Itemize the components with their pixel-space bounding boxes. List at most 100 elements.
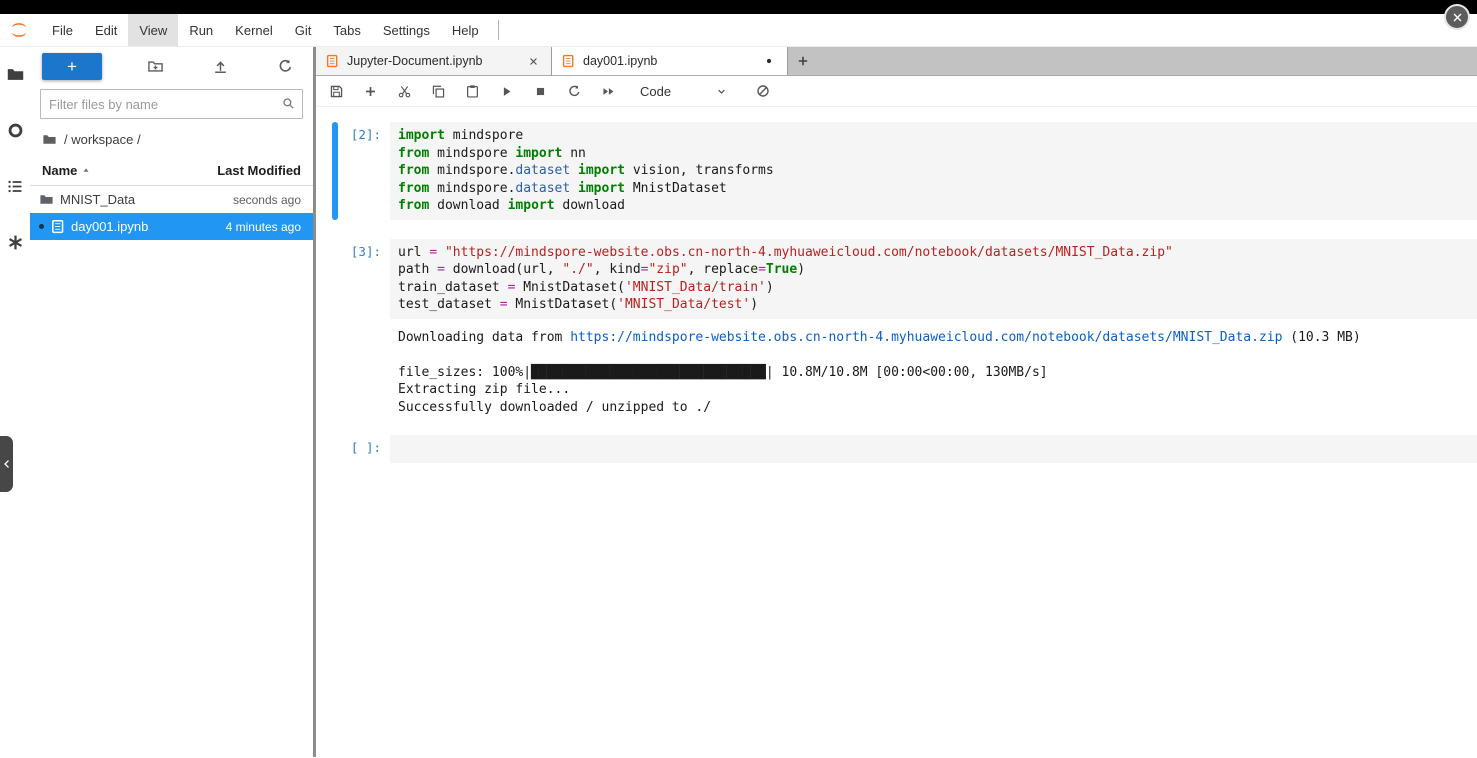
- kernel-status-icon[interactable]: [752, 80, 774, 102]
- window-close-button[interactable]: [1444, 4, 1470, 30]
- code-token: =: [499, 297, 508, 312]
- code-token: MnistDataset: [625, 180, 727, 196]
- tab-close-button[interactable]: [524, 52, 542, 70]
- cell-type-value: Code: [640, 83, 672, 99]
- code-token: =: [758, 262, 766, 277]
- tab-jupyter-document-ipynb[interactable]: Jupyter-Document.ipynb: [316, 47, 552, 75]
- cut-cells-button[interactable]: [392, 79, 417, 104]
- dirty-indicator-dot: [760, 52, 778, 70]
- code-token: import: [507, 198, 555, 213]
- code-token: import: [578, 180, 625, 196]
- output-line: file_sizes: 100%|███████████████████████…: [398, 364, 1477, 382]
- code-token: train_dataset: [398, 279, 508, 295]
- menu-edit[interactable]: Edit: [84, 14, 128, 46]
- open-tabs: Jupyter-Document.ipynb day001.ipynb: [316, 47, 788, 75]
- restart-kernel-button[interactable]: [562, 79, 587, 104]
- refresh-file-list-button[interactable]: [273, 54, 297, 78]
- insert-cell-button[interactable]: [358, 79, 383, 104]
- new-folder-icon: [147, 58, 164, 75]
- menu-run[interactable]: Run: [178, 14, 224, 46]
- new-launcher-button[interactable]: +: [42, 52, 102, 80]
- menu-file[interactable]: File: [41, 14, 84, 46]
- running-sessions-tab[interactable]: [4, 119, 26, 141]
- cut-icon: [397, 84, 412, 99]
- code-token: True: [765, 262, 798, 277]
- code-line: url = "https://mindspore-website.obs.cn-…: [398, 244, 1469, 262]
- code-token: download: [554, 198, 626, 213]
- code-line: from mindspore import nn: [398, 145, 1469, 163]
- cell-prompt: [3]:: [350, 243, 381, 259]
- restart-run-all-button[interactable]: [596, 79, 621, 104]
- home-folder-icon: [42, 132, 57, 147]
- code-token: mindspore.: [429, 180, 516, 196]
- run-cell-button[interactable]: [494, 79, 519, 104]
- code-token: from: [398, 180, 430, 196]
- menu-git[interactable]: Git: [284, 14, 323, 46]
- code-token: , kind: [593, 262, 641, 277]
- copy-cells-button[interactable]: [426, 79, 451, 104]
- file-browser-panel: + / workspace / Name Last Modified MNIST…: [30, 47, 313, 757]
- notebook-toolbar: Code: [316, 76, 1477, 107]
- window-top-bar: [0, 0, 1477, 30]
- cell-prompt: [2]:: [350, 127, 381, 142]
- new-folder-button[interactable]: [143, 54, 167, 78]
- cell-editor[interactable]: [390, 435, 1477, 463]
- code-line: from mindspore.dataset import MnistDatas…: [398, 180, 1469, 198]
- menu-help[interactable]: Help: [441, 14, 490, 46]
- search-icon: [281, 96, 296, 111]
- refresh-icon: [567, 84, 582, 99]
- cell-input-row[interactable]: [ ]:: [316, 435, 1477, 463]
- cell-input-row[interactable]: [2]: import mindspore from mindspore impor…: [316, 122, 1477, 220]
- new-tab-button[interactable]: [788, 47, 818, 75]
- tab-day001-ipynb[interactable]: day001.ipynb: [552, 47, 788, 75]
- menu-settings[interactable]: Settings: [372, 14, 441, 46]
- file-row[interactable]: day001.ipynb 4 minutes ago: [30, 213, 313, 240]
- chevron-down-icon: [715, 85, 728, 98]
- notebook-icon: [50, 219, 65, 234]
- file-row[interactable]: MNIST_Data seconds ago: [30, 186, 313, 213]
- upload-files-button[interactable]: [208, 54, 232, 78]
- screen-edge-collapse-handle[interactable]: [0, 436, 13, 492]
- save-notebook-button[interactable]: [324, 79, 349, 104]
- sort-ascending-icon: [80, 165, 92, 177]
- breadcrumb[interactable]: / workspace /: [30, 121, 313, 153]
- activity-bar: [0, 47, 30, 757]
- code-token: mindspore: [429, 145, 516, 161]
- code-token: =: [437, 262, 445, 277]
- save-icon: [329, 84, 344, 99]
- folder-icon: [6, 65, 25, 84]
- cell-type-dropdown[interactable]: Code: [640, 84, 728, 99]
- output-token: Successfully downloaded / unzipped to ./: [398, 399, 712, 415]
- code-token: "https://mindspore-website.obs.cn-north-…: [444, 244, 1173, 260]
- code-token: test_dataset: [398, 297, 500, 312]
- cell-editor[interactable]: url = "https://mindspore-website.obs.cn-…: [390, 238, 1477, 319]
- code-line: path = download(url, "./", kind = "zip", r…: [398, 261, 1469, 279]
- menu-tabs[interactable]: Tabs: [322, 14, 371, 46]
- filter-files-input[interactable]: [40, 89, 303, 119]
- interrupt-kernel-button[interactable]: [528, 79, 553, 104]
- file-listing-header: Name Last Modified: [30, 153, 313, 186]
- menu-view[interactable]: View: [128, 14, 179, 46]
- name-column-label: Name: [42, 163, 78, 178]
- cell-output: Downloading data from https://mindspore-…: [390, 329, 1477, 417]
- extension-manager-tab[interactable]: [4, 231, 26, 253]
- column-header-name[interactable]: Name: [42, 163, 217, 178]
- plus-icon: [363, 84, 378, 99]
- circle-bold-icon: [6, 121, 25, 140]
- table-of-contents-tab[interactable]: [4, 175, 26, 197]
- menu-kernel[interactable]: Kernel: [224, 14, 284, 46]
- code-token: ): [797, 262, 806, 277]
- file-browser-tab[interactable]: [4, 63, 26, 85]
- menu-bar-items: File Edit View Run Kernel Git Tabs Settings Help: [41, 14, 490, 46]
- code-token: download(url,: [444, 262, 563, 277]
- code-line: train_dataset = MnistDataset('MNIST_Data…: [398, 279, 1469, 297]
- code-token: ): [765, 279, 774, 295]
- code-token: vision, transforms: [625, 163, 774, 178]
- output-line: Extracting zip file...: [398, 381, 1477, 399]
- column-header-last-modified[interactable]: Last Modified: [217, 163, 301, 178]
- cell-input-row[interactable]: [3]: url = "https://mindspore-website.obs…: [316, 238, 1477, 319]
- cell-editor[interactable]: import mindspore from mindspore import nn…: [390, 122, 1477, 220]
- menu-separator: [497, 20, 499, 40]
- paste-cells-button[interactable]: [460, 79, 485, 104]
